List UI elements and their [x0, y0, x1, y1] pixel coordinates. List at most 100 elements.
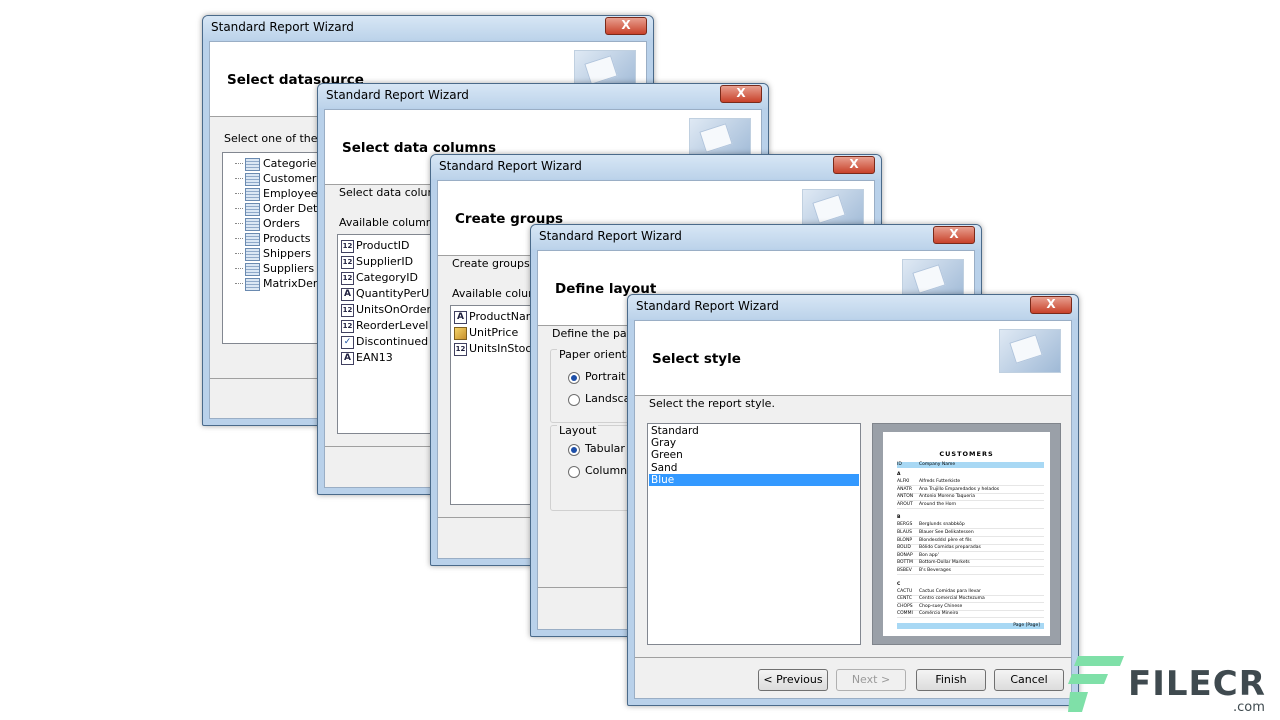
preview-company: Alfreds Futterkiste — [919, 479, 961, 484]
available-columns-label: Available columns: — [339, 216, 443, 229]
close-button[interactable]: X — [605, 17, 647, 35]
preview-id: CENTC — [897, 596, 912, 602]
wizard-window-select-style: Standard Report Wizard X Select style Se… — [627, 294, 1079, 706]
table-icon — [245, 233, 260, 246]
tree-item-label: Products — [263, 232, 311, 245]
style-item[interactable]: Gray — [649, 437, 859, 449]
preview-data-row: BOLID Bólido Comidas preparadas — [897, 545, 1044, 553]
preview-footer: Page [Page] — [897, 623, 1044, 629]
preview-title: CUSTOMERS — [939, 450, 994, 458]
numeric-field-icon: 12 — [341, 320, 354, 333]
text-field-icon: A — [341, 288, 354, 301]
preview-group-letter: A — [897, 472, 901, 477]
preview-header-name: Company Name — [919, 462, 956, 467]
text-field-icon: A — [341, 352, 354, 365]
footer-divider — [635, 657, 1071, 658]
preview-data-row: AROUT Around the Horn — [897, 502, 1044, 509]
tree-line — [235, 253, 243, 254]
preview-id: ANTON — [897, 494, 914, 500]
preview-data-row: COMMI Comércio Mineiro — [897, 611, 1044, 619]
numeric-field-icon: 12 — [341, 240, 354, 253]
preview-id: BONAP — [897, 552, 913, 558]
numeric-field-icon: 12 — [341, 272, 354, 285]
preview-id: AROUT — [897, 501, 913, 507]
filecr-watermark: FILECR .com — [1068, 648, 1280, 720]
style-list[interactable]: Standard Gray Green Sand Blue — [647, 423, 861, 645]
tree-item-label: Customers — [263, 172, 323, 185]
portrait-radio[interactable] — [568, 372, 580, 384]
portrait-label[interactable]: Portrait — [585, 370, 625, 383]
preview-page: CUSTOMERS ID Company Name A ALFKI Alfreds Fu… — [883, 432, 1050, 636]
preview-data-row: ANATR Ana Trujillo Emparedados y helados — [897, 487, 1044, 494]
numeric-field-icon: 12 — [341, 256, 354, 269]
preview-id: ALFKI — [897, 479, 910, 484]
close-button[interactable]: X — [1030, 296, 1072, 314]
tree-item-label: Shippers — [263, 247, 311, 260]
column-item-label: UnitsInStock — [469, 342, 538, 355]
tabular-radio[interactable] — [568, 444, 580, 456]
prompt-text: Select the report style. — [649, 397, 775, 410]
table-icon — [245, 263, 260, 276]
title-bar: Standard Report Wizard X — [431, 155, 881, 179]
preview-company: Blauer See Delikatessen — [919, 530, 974, 535]
close-button[interactable]: X — [720, 85, 762, 103]
window-title: Standard Report Wizard — [326, 88, 469, 102]
tree-line — [235, 208, 243, 209]
preview-data-row: BLONP Blondesddsl père et fils — [897, 538, 1044, 545]
window-client: Select style Select the report style. St… — [634, 320, 1072, 699]
landscape-radio[interactable] — [568, 394, 580, 406]
preview-id: BOLID — [897, 545, 911, 551]
preview-company: Cactus Comidas para llevar — [919, 588, 981, 594]
style-item[interactable]: Sand — [649, 462, 859, 474]
previous-button[interactable]: < Previous — [758, 669, 828, 691]
column-item-label: UnitPrice — [469, 326, 519, 339]
title-bar: Standard Report Wizard X — [628, 295, 1078, 319]
preview-company: B's Beverages — [919, 568, 951, 573]
preview-data-row: CACTU Cactus Comidas para llevar — [897, 589, 1044, 596]
preview-id: CACTU — [897, 588, 913, 594]
table-icon — [245, 188, 260, 201]
column-item-label: Discontinued — [356, 335, 429, 348]
preview-id: ANATR — [897, 486, 913, 492]
style-item[interactable]: Blue — [649, 473, 859, 486]
column-item-label: CategoryID — [356, 271, 418, 284]
next-button[interactable]: Next > — [836, 669, 906, 691]
preview-company: Comércio Mineiro — [919, 611, 959, 617]
close-button[interactable]: X — [833, 156, 875, 174]
cancel-button[interactable]: Cancel — [994, 669, 1064, 691]
preview-data-row: BERGS Berglunds snabbköp — [897, 522, 1044, 530]
window-title: Standard Report Wizard — [636, 299, 779, 313]
filecr-logo-icon — [1068, 656, 1124, 712]
numeric-field-icon: 12 — [454, 343, 467, 356]
wizard-banner-icon — [999, 329, 1061, 373]
tree-item-label: Orders — [263, 217, 300, 230]
preview-company: Berglunds snabbköp — [919, 522, 965, 528]
finish-button[interactable]: Finish — [916, 669, 986, 691]
table-icon — [245, 173, 260, 186]
logo-domain: .com — [1233, 700, 1265, 715]
title-bar: Standard Report Wizard X — [318, 84, 768, 108]
available-columns-label: Available colum — [452, 287, 539, 300]
tree-line — [235, 178, 243, 179]
layout-label: Layout — [557, 424, 599, 437]
preview-company: Around the Horn — [919, 501, 957, 507]
columnar-radio[interactable] — [568, 466, 580, 478]
preview-group-letter: C — [897, 581, 901, 587]
preview-id: CHOPS — [897, 603, 913, 609]
preview-id: BERGS — [897, 522, 913, 528]
logo-text: FILECR — [1128, 664, 1266, 704]
tree-line — [235, 193, 243, 194]
table-icon — [245, 248, 260, 261]
preview-company: Bottom-Dollar Markets — [919, 560, 970, 566]
style-item[interactable]: Standard — [649, 425, 859, 437]
title-bar: Standard Report Wizard X — [531, 225, 981, 249]
tabular-label[interactable]: Tabular — [585, 442, 625, 455]
close-button[interactable]: X — [933, 226, 975, 244]
column-item-label: EAN13 — [356, 351, 393, 364]
window-title: Standard Report Wizard — [439, 159, 582, 173]
column-item-label: ProductID — [356, 239, 410, 252]
text-field-icon: A — [454, 311, 467, 324]
tree-line — [235, 268, 243, 269]
table-icon — [245, 203, 260, 216]
style-item[interactable]: Green — [649, 449, 859, 461]
